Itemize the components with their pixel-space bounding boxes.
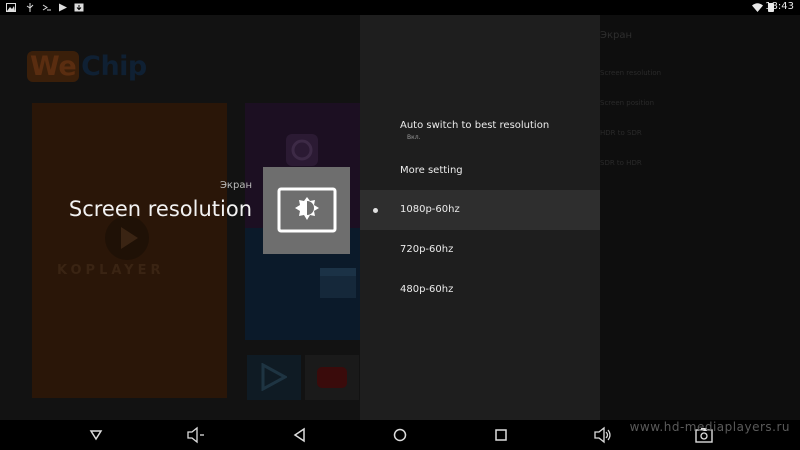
section-caption: Экран bbox=[219, 180, 252, 191]
background-list-item: Screen position bbox=[600, 99, 655, 107]
logo-chip: Chip bbox=[81, 51, 147, 82]
background-list-item: SDR to HDR bbox=[600, 159, 642, 167]
more-setting-item[interactable]: More setting bbox=[360, 155, 600, 187]
watermark: www.hd-mediaplayers.ru bbox=[629, 420, 790, 434]
selected-dot-icon bbox=[373, 208, 378, 213]
background-list-item: HDR to SDR bbox=[600, 129, 642, 137]
play-app-icon bbox=[261, 363, 287, 391]
usb-debug-icon bbox=[42, 4, 51, 11]
navigation-bar: www.hd-mediaplayers.ru bbox=[0, 420, 800, 450]
image-icon bbox=[6, 3, 16, 12]
back-icon[interactable] bbox=[290, 426, 310, 444]
background-list-title: Экран bbox=[600, 30, 633, 41]
wifi-icon bbox=[752, 3, 763, 12]
home-icon[interactable] bbox=[390, 426, 410, 444]
resolution-option-720p[interactable]: 720p-60hz bbox=[360, 230, 600, 270]
status-bar: 18:43 bbox=[0, 0, 800, 15]
page-title: Screen resolution bbox=[68, 197, 252, 221]
recents-icon[interactable] bbox=[491, 426, 511, 444]
koplayer-label: KOPLAYER bbox=[57, 263, 165, 278]
screen-icon-box bbox=[263, 167, 350, 254]
settings-tile-icon bbox=[286, 134, 318, 166]
logo-we: We bbox=[27, 51, 80, 82]
auto-switch-label: Auto switch to best resolution bbox=[400, 120, 550, 131]
auto-switch-status: Вкл. bbox=[407, 134, 421, 141]
background-settings-list: Экран Screen resolution Screen position … bbox=[600, 15, 800, 420]
background-list-item: Screen resolution bbox=[600, 69, 662, 77]
resolution-option-480p[interactable]: 480p-60hz bbox=[360, 270, 600, 310]
play-store-icon bbox=[59, 3, 67, 12]
usb-icon bbox=[26, 3, 34, 12]
status-time: 18:43 bbox=[765, 1, 794, 12]
resolution-option-label: 480p-60hz bbox=[400, 284, 454, 295]
download-icon bbox=[74, 3, 84, 12]
volume-down-icon[interactable] bbox=[186, 426, 206, 444]
youtube-icon bbox=[317, 367, 347, 388]
volume-up-icon[interactable] bbox=[593, 426, 613, 444]
brightness-icon bbox=[277, 187, 337, 233]
youtube-tile[interactable] bbox=[305, 355, 359, 400]
more-setting-label: More setting bbox=[400, 165, 463, 176]
resolution-menu-panel: Auto switch to best resolution Вкл. More… bbox=[360, 15, 600, 420]
clapper-icon bbox=[320, 268, 356, 298]
resolution-option-label: 720p-60hz bbox=[400, 244, 454, 255]
auto-switch-resolution-item[interactable]: Auto switch to best resolution Вкл. bbox=[360, 115, 600, 151]
koplayer-tile[interactable]: KOPLAYER bbox=[32, 103, 227, 398]
hide-keyboard-icon[interactable] bbox=[86, 426, 106, 444]
app-tile[interactable] bbox=[247, 355, 301, 400]
resolution-option-label: 1080p-60hz bbox=[400, 204, 460, 215]
resolution-option-1080p[interactable]: 1080p-60hz bbox=[360, 190, 600, 230]
wechip-logo: We Chip bbox=[27, 51, 147, 82]
